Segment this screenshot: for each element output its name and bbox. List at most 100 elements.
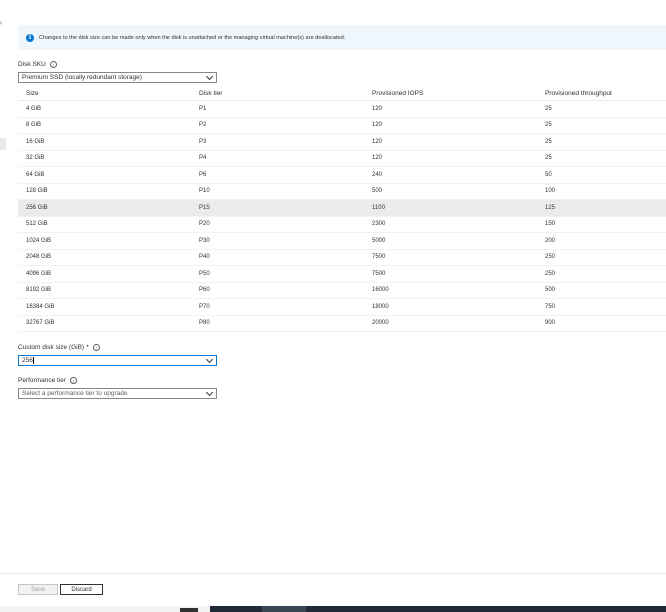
cell-throughput: 250: [545, 254, 556, 261]
disk-sku-label: Disk SKU: [18, 61, 46, 68]
left-edge-tab: [0, 138, 6, 150]
cell-size: 16 GiB: [26, 138, 45, 145]
header-tier[interactable]: Disk tier: [191, 90, 364, 97]
table-row[interactable]: 128 GiB P10 500 100: [18, 184, 666, 200]
cell-tier: P20: [199, 221, 210, 228]
cell-iops: 16000: [372, 287, 389, 294]
table-row[interactable]: 64 GiB P6 240 50: [18, 167, 666, 184]
cell-tier: P3: [199, 138, 207, 145]
performance-tier-label-row: Performance tier i: [18, 377, 78, 384]
discard-button[interactable]: Discard: [60, 584, 103, 595]
cell-iops: 240: [372, 171, 383, 178]
cell-throughput: 250: [545, 270, 556, 277]
cell-iops: 120: [372, 122, 383, 129]
disk-sku-label-row: Disk SKU i: [18, 61, 57, 68]
cell-tier: P1: [199, 105, 207, 112]
cell-iops: 120: [372, 138, 383, 145]
cell-tier: P50: [199, 270, 210, 277]
cell-size: 4 GiB: [26, 105, 42, 112]
cell-tier: P6: [199, 171, 207, 178]
cell-throughput: 50: [545, 171, 552, 178]
help-icon[interactable]: i: [70, 377, 78, 384]
cell-iops: 20000: [372, 320, 389, 327]
taskbar-item[interactable]: [180, 608, 198, 612]
table-body: 4 GiB P1 120 25 8 GiB P2 120 25 16 GiB P3 120 25 32 …: [18, 101, 666, 332]
taskbar-left: [0, 606, 210, 612]
table-row[interactable]: 16384 GiB P70 18000 750: [18, 299, 666, 316]
taskbar: [0, 606, 666, 612]
info-message-text: Changes to the disk size can be made onl…: [39, 34, 346, 41]
cell-iops: 120: [372, 105, 383, 112]
table-row[interactable]: 512 GiB P20 2300 150: [18, 217, 666, 233]
table-row[interactable]: 16 GiB P3 120 25: [18, 134, 666, 151]
cell-throughput: 25: [545, 122, 552, 129]
disk-sku-value: Premium SSD (locally redundant storage): [22, 74, 142, 81]
cell-size: 128 GiB: [26, 188, 48, 195]
cell-iops: 18000: [372, 303, 389, 310]
save-button[interactable]: Save: [18, 584, 58, 595]
table-row[interactable]: 8 GiB P2 120 25: [18, 118, 666, 134]
custom-size-value: 256: [22, 357, 33, 364]
cell-size: 2048 GiB: [26, 254, 52, 261]
cell-iops: 7500: [372, 254, 386, 261]
cell-tier: P40: [199, 254, 210, 261]
cell-iops: 120: [372, 155, 383, 162]
taskbar-active-item[interactable]: [262, 606, 306, 612]
cell-size: 8 GiB: [26, 122, 42, 129]
table-row[interactable]: 4096 GiB P50 7500 250: [18, 266, 666, 283]
header-throughput[interactable]: Provisioned throughput: [537, 90, 666, 97]
table-row[interactable]: 4 GiB P1 120 25: [18, 101, 666, 118]
cell-tier: P70: [199, 303, 210, 310]
cell-size: 16384 GiB: [26, 303, 55, 310]
table-row[interactable]: 32767 GiB P80 20000 900: [18, 316, 666, 332]
performance-tier-placeholder: Select a performance tier to upgrade: [22, 390, 128, 397]
info-icon: i: [26, 33, 34, 42]
cell-throughput: 25: [545, 155, 552, 162]
cell-size: 32 GiB: [26, 155, 45, 162]
chevron-down-icon: [205, 388, 214, 397]
table-row[interactable]: 1024 GiB P30 5000 200: [18, 233, 666, 250]
table-row[interactable]: 32 GiB P4 120 25: [18, 151, 666, 167]
cell-tier: P4: [199, 155, 207, 162]
cell-throughput: 25: [545, 138, 552, 145]
cell-throughput: 750: [545, 303, 556, 310]
cell-tier: P15: [199, 204, 210, 211]
cell-iops: 5000: [372, 237, 386, 244]
cell-tier: P10: [199, 188, 210, 195]
cell-throughput: 900: [545, 320, 556, 327]
cell-iops: 500: [372, 188, 383, 195]
chevron-left-icon[interactable]: ‹: [0, 20, 2, 27]
header-iops[interactable]: Provisioned IOPS: [364, 90, 537, 97]
table-header: Size Disk tier Provisioned IOPS Provisio…: [18, 86, 666, 101]
table-row[interactable]: 8192 GiB P60 16000 500: [18, 283, 666, 299]
info-message-bar: i Changes to the disk size can be made o…: [18, 25, 666, 50]
performance-tier-dropdown[interactable]: Select a performance tier to upgrade: [18, 388, 217, 399]
chevron-down-icon: [205, 355, 214, 364]
cell-throughput: 500: [545, 287, 556, 294]
text-caret: [33, 357, 35, 364]
custom-size-input[interactable]: 256: [18, 355, 217, 366]
table-row[interactable]: 256 GiB P15 1100 125: [18, 200, 666, 217]
cell-size: 256 GiB: [26, 204, 48, 211]
top-edge: [0, 0, 666, 4]
cell-throughput: 125: [545, 204, 556, 211]
cell-size: 8192 GiB: [26, 287, 52, 294]
cell-throughput: 100: [545, 188, 556, 195]
cell-tier: P30: [199, 237, 210, 244]
cell-size: 4096 GiB: [26, 270, 52, 277]
help-icon[interactable]: i: [49, 61, 57, 68]
table-row[interactable]: 2048 GiB P40 7500 250: [18, 250, 666, 266]
cell-throughput: 200: [545, 237, 556, 244]
custom-size-label-row: Custom disk size (GiB) * i: [18, 344, 100, 351]
cell-tier: P60: [199, 287, 210, 294]
disk-sku-dropdown[interactable]: Premium SSD (locally redundant storage): [18, 72, 217, 83]
cell-tier: P80: [199, 320, 210, 327]
help-icon[interactable]: i: [92, 344, 100, 351]
header-size[interactable]: Size: [18, 90, 191, 97]
footer-divider: [0, 573, 666, 574]
cell-size: 1024 GiB: [26, 237, 52, 244]
cell-iops: 2300: [372, 221, 386, 228]
cell-tier: P2: [199, 122, 207, 129]
cell-throughput: 150: [545, 221, 556, 228]
cell-throughput: 25: [545, 105, 552, 112]
